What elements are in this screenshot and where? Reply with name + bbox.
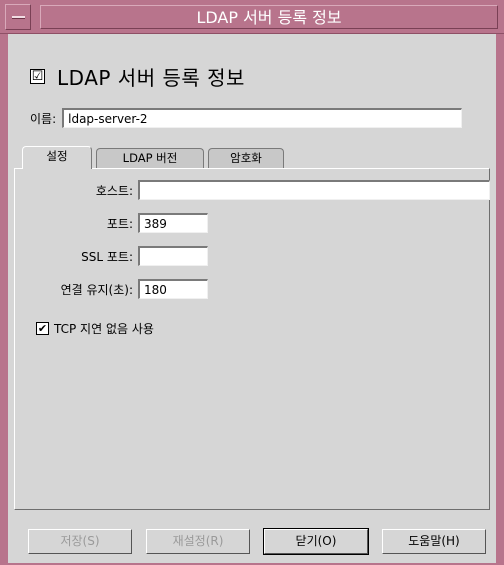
close-button-label: 닫기(O) bbox=[295, 534, 337, 548]
tab-ldap-version[interactable]: LDAP 버전 bbox=[96, 148, 204, 168]
ssl-port-row: SSL 포트: bbox=[15, 246, 208, 266]
reset-button-label: 재설정(R) bbox=[172, 534, 224, 548]
keepalive-label: 연결 유지(초): bbox=[60, 282, 133, 297]
tab-settings[interactable]: 설정 bbox=[22, 146, 92, 169]
keepalive-row: 연결 유지(초): 180 bbox=[15, 279, 208, 299]
help-button-label: 도움말(H) bbox=[408, 534, 460, 548]
keepalive-field[interactable]: 180 bbox=[138, 279, 208, 299]
tab-encryption[interactable]: 암호화 bbox=[208, 148, 284, 168]
reset-button[interactable]: 재설정(R) bbox=[146, 529, 250, 554]
help-button[interactable]: 도움말(H) bbox=[382, 529, 486, 554]
title-bar[interactable]: LDAP 서버 등록 정보 bbox=[0, 0, 504, 34]
header-checkbox-icon[interactable]: ☑ bbox=[30, 69, 45, 84]
dialog-body: ☑ LDAP 서버 등록 정보 이름: ldap-server-2 설정 LDA… bbox=[8, 34, 496, 563]
tcp-nodelay-label: TCP 지연 없음 사용 bbox=[54, 322, 154, 336]
port-field[interactable]: 389 bbox=[138, 213, 208, 233]
button-bar: 저장(S) 재설정(R) 닫기(O) 도움말(H) bbox=[14, 526, 490, 556]
save-button[interactable]: 저장(S) bbox=[28, 529, 132, 554]
port-row: 포트: 389 bbox=[15, 213, 208, 233]
ssl-port-label: SSL 포트: bbox=[81, 249, 133, 264]
tcp-nodelay-checkbox-icon[interactable]: ✔ bbox=[36, 322, 49, 335]
name-label: 이름: bbox=[30, 111, 57, 126]
window-menu-icon bbox=[12, 16, 25, 19]
name-field[interactable]: ldap-server-2 bbox=[62, 108, 463, 128]
window-menu-button[interactable] bbox=[5, 4, 31, 30]
window-title: LDAP 서버 등록 정보 bbox=[40, 5, 498, 29]
header-row: ☑ LDAP 서버 등록 정보 bbox=[30, 62, 245, 91]
ssl-port-field[interactable] bbox=[138, 246, 208, 266]
save-button-label: 저장(S) bbox=[60, 534, 100, 548]
page-title: LDAP 서버 등록 정보 bbox=[57, 66, 245, 90]
host-row: 호스트: bbox=[15, 180, 490, 200]
settings-panel: 호스트: 포트: 389 SSL 포트: 연결 유지(초): 180 bbox=[14, 168, 490, 510]
name-row: 이름: ldap-server-2 bbox=[30, 108, 463, 128]
port-label: 포트: bbox=[106, 216, 133, 231]
tcp-nodelay-row[interactable]: ✔ TCP 지연 없음 사용 bbox=[36, 320, 154, 337]
close-button[interactable]: 닫기(O) bbox=[263, 528, 369, 555]
host-field[interactable] bbox=[138, 180, 490, 200]
host-label: 호스트: bbox=[95, 183, 133, 198]
